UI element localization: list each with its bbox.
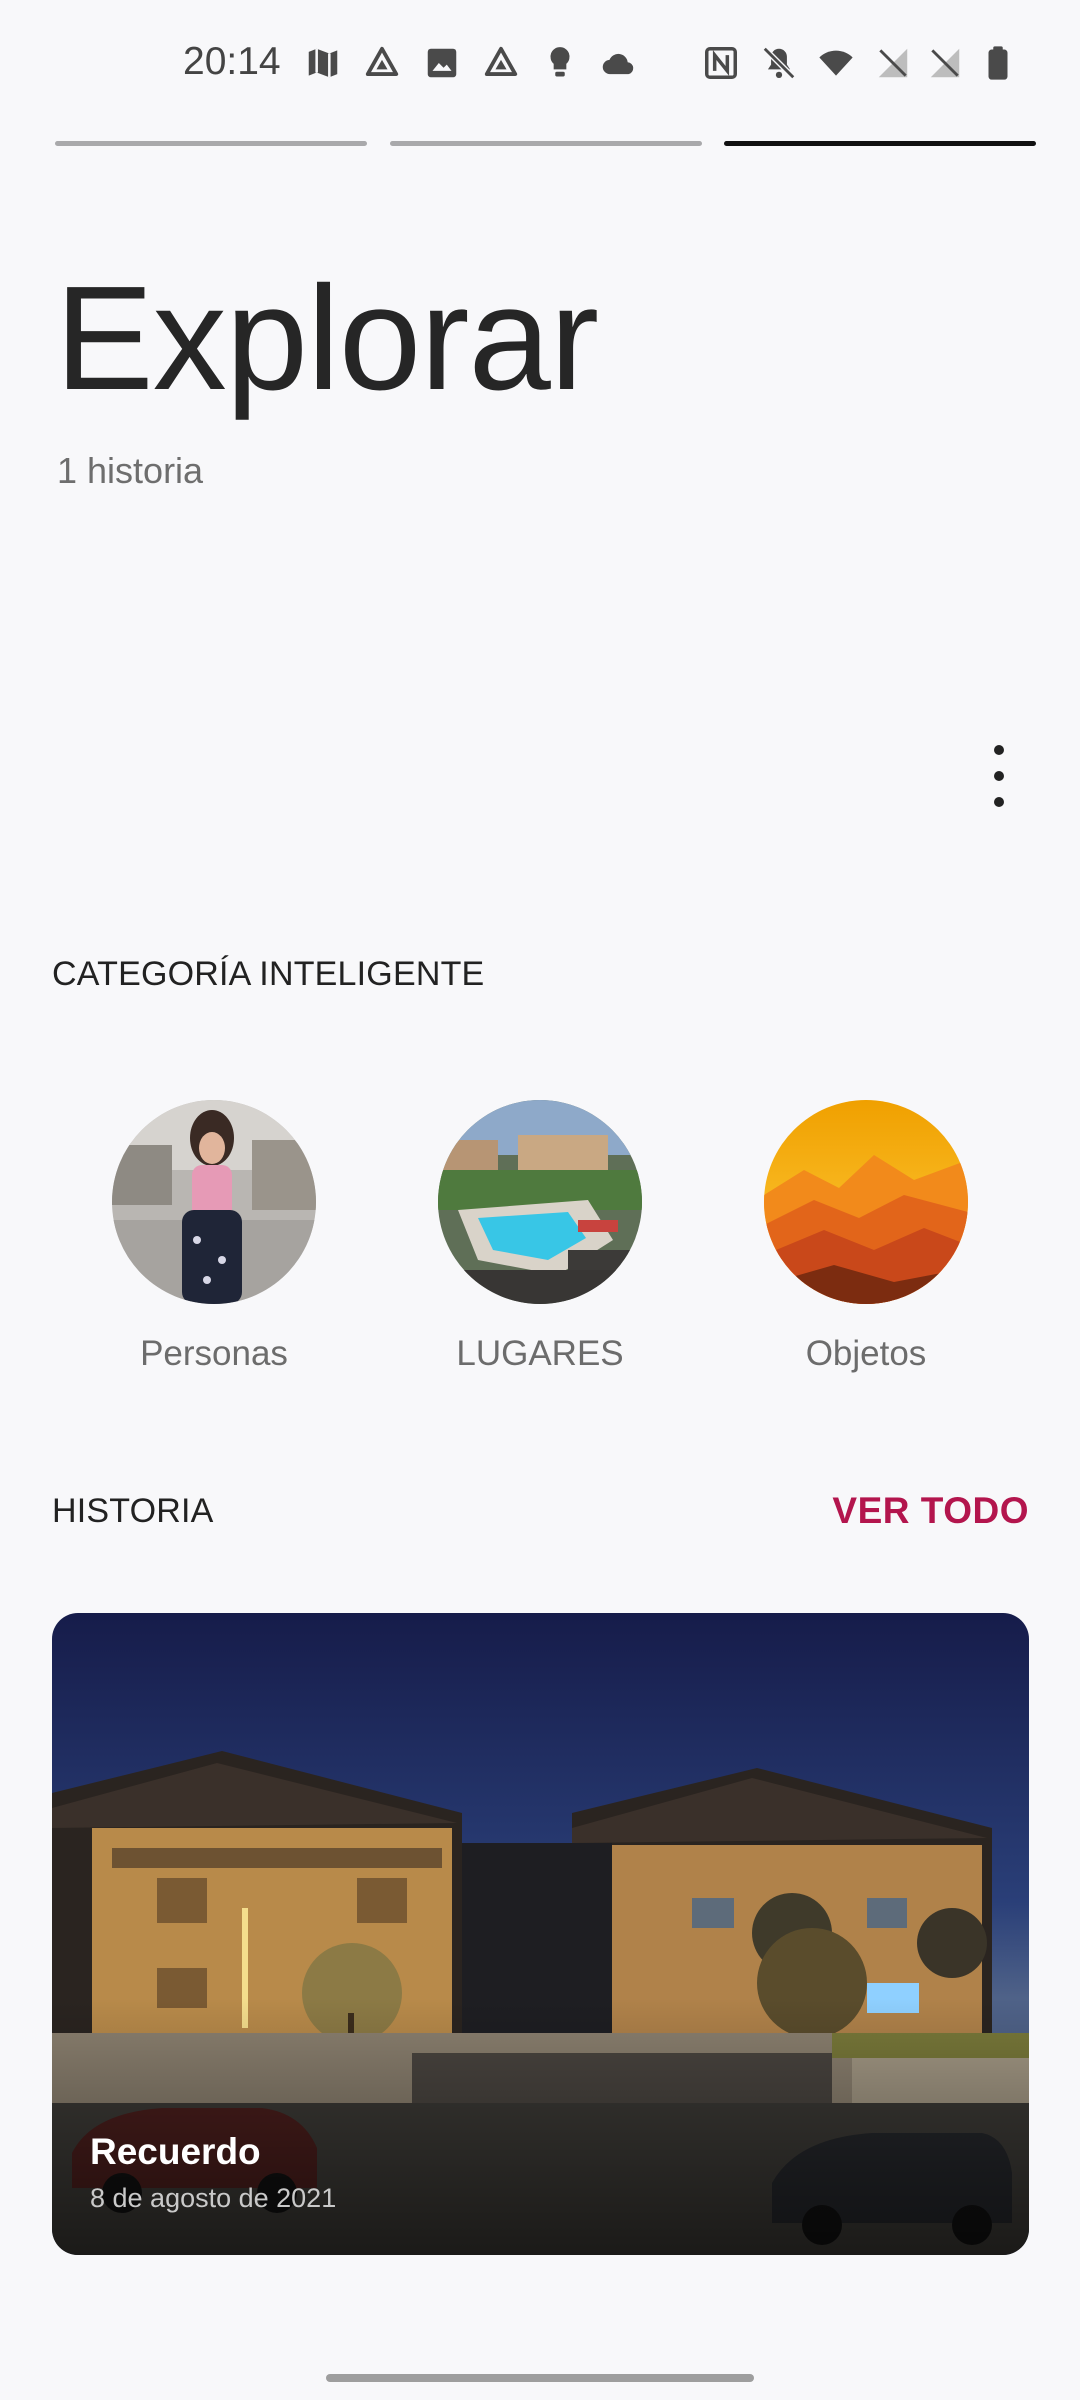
see-all-button[interactable]: VER TODO (832, 1490, 1029, 1532)
page-subtitle: 1 historia (57, 450, 204, 491)
category-people-label: Personas (140, 1334, 288, 1373)
category-places[interactable]: LUGARES (410, 1100, 670, 1374)
cloud-icon (600, 44, 638, 82)
places-thumbnail (438, 1100, 642, 1304)
image-icon (423, 44, 461, 82)
objects-thumbnail (764, 1100, 968, 1304)
story-card-title: Recuerdo (90, 2131, 261, 2172)
story-progress-segment-active (724, 141, 1036, 146)
wifi-icon (817, 44, 855, 82)
drive-icon (482, 44, 520, 82)
story-progress-segment (390, 141, 702, 146)
more-dot-icon (994, 771, 1004, 781)
bell-off-icon (760, 44, 798, 82)
category-objects[interactable]: Objetos (736, 1100, 996, 1374)
story-progress-segment (55, 141, 367, 146)
category-places-label: LUGARES (456, 1334, 624, 1373)
status-time: 20:14 (183, 40, 281, 83)
story-card-date: 8 de agosto de 2021 (90, 2183, 337, 2213)
status-bar: 20:14 (0, 0, 1080, 130)
drive-icon (363, 44, 401, 82)
smart-category-title: CATEGORÍA INTELIGENTE (52, 955, 485, 993)
battery-icon (979, 44, 1017, 82)
story-card[interactable]: Recuerdo 8 de agosto de 2021 (52, 1613, 1029, 2255)
category-people[interactable]: Personas (84, 1100, 344, 1374)
signal-off-icon (926, 44, 964, 82)
maps-icon (304, 44, 342, 82)
home-indicator[interactable] (326, 2374, 754, 2382)
signal-off-icon (874, 44, 912, 82)
page-title: Explorar (55, 256, 599, 421)
more-dot-icon (994, 797, 1004, 807)
category-objects-label: Objetos (805, 1334, 927, 1373)
history-title: HISTORIA (52, 1492, 214, 1530)
more-dot-icon (994, 745, 1004, 755)
people-thumbnail (112, 1100, 316, 1304)
nfc-icon (702, 44, 740, 82)
bulb-icon (541, 44, 579, 82)
more-options-button[interactable] (976, 745, 1022, 807)
